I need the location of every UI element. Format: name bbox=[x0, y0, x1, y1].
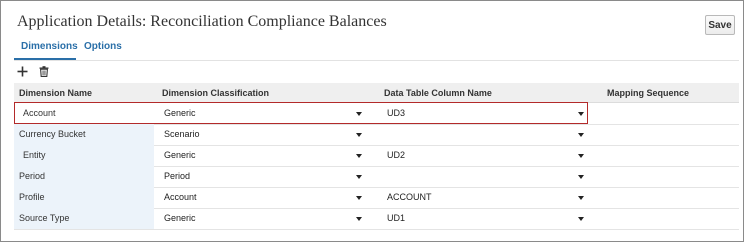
chevron-down-icon[interactable] bbox=[578, 154, 584, 158]
dimension-name-cell: Account bbox=[14, 103, 154, 124]
chevron-down-icon[interactable] bbox=[356, 175, 362, 179]
save-button[interactable]: Save bbox=[705, 15, 735, 35]
dimension-name: Entity bbox=[23, 150, 46, 160]
table-row[interactable]: Profile Account ACCOUNT bbox=[14, 187, 739, 209]
chevron-down-icon[interactable] bbox=[578, 175, 584, 179]
column-header-dimension-classification[interactable]: Dimension Classification bbox=[162, 88, 269, 98]
chevron-down-icon[interactable] bbox=[356, 133, 362, 137]
classification-dropdown[interactable]: Generic bbox=[164, 108, 196, 118]
column-header-dimension-name[interactable]: Dimension Name bbox=[19, 88, 92, 98]
dimension-name: Currency Bucket bbox=[19, 129, 86, 139]
table-row[interactable]: Entity Generic UD2 bbox=[14, 145, 739, 167]
chevron-down-icon[interactable] bbox=[578, 196, 584, 200]
column-name-dropdown[interactable]: UD3 bbox=[387, 108, 405, 118]
dimension-name-cell: Source Type bbox=[14, 208, 154, 229]
dimension-name-cell: Profile bbox=[14, 187, 154, 208]
classification-dropdown[interactable]: Scenario bbox=[164, 129, 200, 139]
dimension-name: Profile bbox=[19, 192, 45, 202]
classification-dropdown[interactable]: Period bbox=[164, 171, 190, 181]
chevron-down-icon[interactable] bbox=[356, 154, 362, 158]
dimension-name: Source Type bbox=[19, 213, 70, 223]
tab-dimensions[interactable]: Dimensions bbox=[21, 41, 78, 52]
dimension-name: Period bbox=[19, 171, 46, 181]
table-row[interactable]: Account Generic UD3 bbox=[14, 103, 739, 125]
column-name-dropdown[interactable]: UD2 bbox=[387, 150, 405, 160]
dimension-name-cell: Entity bbox=[14, 145, 154, 166]
table-row[interactable]: Period Period bbox=[14, 166, 739, 188]
tab-divider bbox=[14, 60, 739, 61]
classification-dropdown[interactable]: Generic bbox=[164, 150, 196, 160]
trash-icon[interactable] bbox=[39, 66, 49, 77]
dimension-name: Account bbox=[23, 108, 56, 118]
chevron-down-icon[interactable] bbox=[356, 196, 362, 200]
table-row[interactable]: Currency Bucket Scenario bbox=[14, 124, 739, 146]
chevron-down-icon[interactable] bbox=[356, 112, 362, 116]
column-name-dropdown[interactable]: UD1 bbox=[387, 213, 405, 223]
plus-icon[interactable] bbox=[17, 66, 28, 77]
tab-options[interactable]: Options bbox=[84, 41, 122, 52]
column-header-data-table-column-name[interactable]: Data Table Column Name bbox=[384, 88, 492, 98]
table-row[interactable]: Source Type Generic UD1 bbox=[14, 208, 739, 230]
chevron-down-icon[interactable] bbox=[356, 217, 362, 221]
table-header: Dimension Name Dimension Classification … bbox=[14, 83, 739, 103]
chevron-down-icon[interactable] bbox=[578, 112, 584, 116]
classification-dropdown[interactable]: Generic bbox=[164, 213, 196, 223]
column-header-mapping-sequence[interactable]: Mapping Sequence bbox=[607, 88, 689, 98]
chevron-down-icon[interactable] bbox=[578, 217, 584, 221]
dimension-name-cell: Currency Bucket bbox=[14, 124, 154, 145]
application-details-panel: Application Details: Reconciliation Comp… bbox=[0, 0, 744, 242]
classification-dropdown[interactable]: Account bbox=[164, 192, 197, 202]
column-name-dropdown[interactable]: ACCOUNT bbox=[387, 192, 432, 202]
page-title: Application Details: Reconciliation Comp… bbox=[17, 13, 387, 30]
chevron-down-icon[interactable] bbox=[578, 133, 584, 137]
dimension-name-cell: Period bbox=[14, 166, 154, 187]
